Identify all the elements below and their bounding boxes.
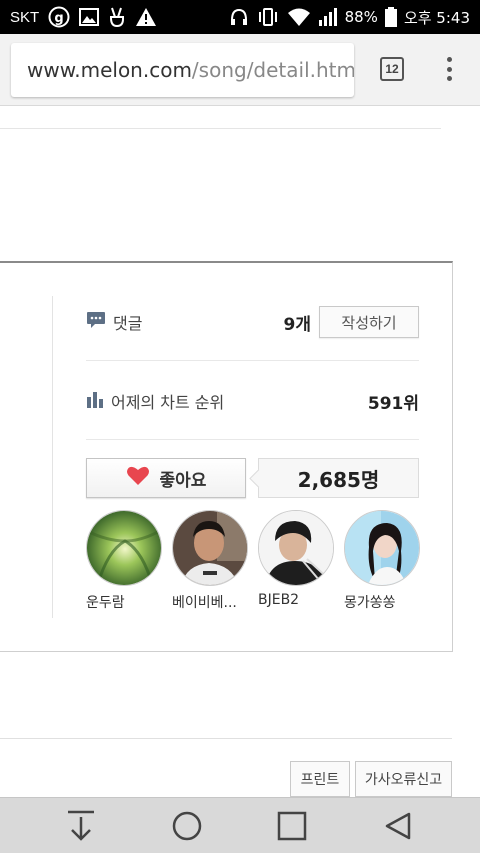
battery-percent: 88%	[344, 8, 378, 26]
fan-item[interactable]: 몽가쏭쏭	[344, 510, 420, 612]
divider	[86, 360, 419, 361]
peace-hand-icon	[108, 6, 126, 28]
like-count: 2,685명	[258, 458, 419, 498]
recent-apps-square-icon[interactable]	[274, 808, 310, 844]
warning-icon	[135, 7, 157, 27]
print-button[interactable]: 프린트	[290, 761, 350, 797]
download-arrow-icon[interactable]	[63, 808, 99, 844]
url-bar[interactable]: www.melon.com/song/detail.htm	[11, 43, 354, 97]
chart-rank-label: 어제의 차트 순위	[111, 393, 225, 412]
fan-name: 베이비베...	[172, 595, 237, 611]
browser-toolbar: www.melon.com/song/detail.htm 12	[0, 34, 480, 106]
comment-label: 댓글	[113, 314, 143, 333]
vertical-divider	[52, 296, 53, 618]
like-button[interactable]: 좋아요	[86, 458, 246, 498]
back-triangle-icon[interactable]	[380, 808, 416, 844]
svg-text:g: g	[55, 11, 64, 26]
fan-name: 몽가쏭쏭	[344, 595, 396, 611]
overflow-menu-icon[interactable]	[442, 54, 456, 84]
fan-item[interactable]: 운두람	[86, 510, 162, 612]
headphones-icon	[229, 7, 249, 27]
image-icon	[79, 8, 100, 26]
comment-bubble-icon	[86, 310, 106, 334]
avatar[interactable]	[258, 510, 334, 586]
home-circle-icon[interactable]	[169, 808, 205, 844]
like-label: 좋아요	[159, 470, 207, 491]
battery-icon	[384, 7, 397, 27]
like-count-value: 2,685명	[297, 467, 380, 492]
url-host: www.melon.com	[27, 58, 192, 82]
wifi-icon	[287, 7, 311, 27]
chart-rank-row: 어제의 차트 순위 591위	[86, 384, 419, 418]
fan-name: 운두람	[86, 595, 125, 611]
signal-icon	[318, 7, 338, 27]
bar-chart-icon	[86, 390, 104, 412]
g-circle-icon: g	[48, 6, 70, 28]
divider	[86, 439, 419, 440]
write-comment-button[interactable]: 작성하기	[319, 306, 419, 338]
fan-item[interactable]: 베이비베...	[172, 510, 248, 612]
carrier-label: SKT	[10, 8, 40, 26]
lyrics-error-report-button[interactable]: 가사오류신고	[355, 761, 452, 797]
navigation-bar	[0, 797, 480, 853]
comment-row: 댓글 9개 작성하기	[86, 305, 419, 339]
fan-name: BJEB2	[258, 592, 300, 608]
vibrate-icon	[256, 7, 280, 27]
avatar[interactable]	[86, 510, 162, 586]
heart-icon	[126, 465, 150, 491]
url-path: /song/detail.htm	[191, 58, 354, 82]
divider	[0, 128, 441, 129]
avatar[interactable]	[172, 510, 248, 586]
divider	[0, 738, 452, 739]
comment-count: 9개	[283, 314, 311, 335]
fan-item[interactable]: BJEB2	[258, 510, 334, 608]
chart-rank-value: 591위	[367, 393, 419, 414]
avatar[interactable]	[344, 510, 420, 586]
tab-switcher-button[interactable]: 12	[380, 57, 404, 81]
clock: 오후 5:43	[403, 8, 470, 27]
status-bar: SKT g 88% 오후 5:43	[0, 0, 480, 34]
